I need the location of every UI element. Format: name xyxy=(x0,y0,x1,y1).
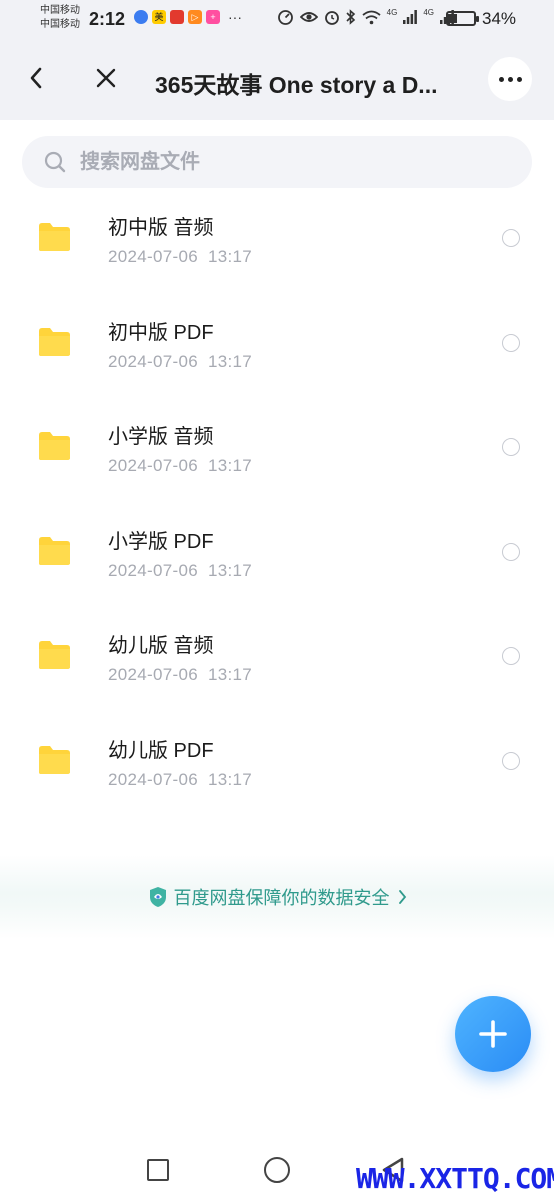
file-date: 2024-07-06 13:17 xyxy=(108,247,253,266)
file-list: 初中版 音频 2024-07-06 13:17 初中版 PDF 2024-07-06 … xyxy=(0,186,554,814)
folder-icon xyxy=(39,641,70,670)
folder-icon xyxy=(39,536,70,565)
alarm-icon xyxy=(324,11,339,25)
select-checkbox[interactable] xyxy=(502,333,520,352)
chevron-right-icon xyxy=(398,890,406,904)
close-button[interactable] xyxy=(88,60,124,96)
folder-icon xyxy=(39,223,70,251)
system-icons: 4G 4G xyxy=(277,9,454,25)
back-button[interactable] xyxy=(18,60,54,96)
more-dot xyxy=(507,76,513,82)
file-row[interactable]: 幼儿版 音频 2024-07-06 13:17 xyxy=(0,604,554,709)
folder-icon xyxy=(39,327,70,356)
select-checkbox[interactable] xyxy=(502,438,520,457)
file-row[interactable]: 小学版 音频 2024-07-06 13:17 xyxy=(0,395,554,500)
file-date: 2024-07-06 13:17 xyxy=(108,769,253,789)
meituan-notification-icon: 美 xyxy=(152,10,166,24)
file-row[interactable]: 初中版 PDF 2024-07-06 13:17 xyxy=(0,291,554,396)
file-name: 幼儿版 PDF xyxy=(108,739,214,762)
file-name: 初中版 PDF xyxy=(108,321,214,344)
signal-icon xyxy=(403,10,418,24)
select-checkbox[interactable] xyxy=(502,751,520,770)
battery-icon xyxy=(446,11,479,26)
file-name: 幼儿版 音频 xyxy=(108,635,214,658)
chevron-left-icon xyxy=(30,67,42,89)
file-row[interactable]: 小学版 PDF 2024-07-06 13:17 xyxy=(0,500,554,605)
battery-percent: 34% xyxy=(482,9,517,28)
select-checkbox[interactable] xyxy=(502,542,520,561)
more-horizontal-icon xyxy=(498,76,504,82)
search-input[interactable] xyxy=(80,136,500,188)
file-name: 小学版 PDF xyxy=(108,530,214,553)
page-title: 365天故事 One story a D... xyxy=(155,72,438,98)
plus-notification-icon: + xyxy=(206,10,220,24)
recent-apps-button[interactable] xyxy=(147,1159,169,1181)
battery-level xyxy=(449,14,457,23)
add-button[interactable] xyxy=(455,996,531,1072)
more-button[interactable] xyxy=(488,57,532,101)
carrier-line-1: 中国移动 xyxy=(40,5,80,16)
close-icon xyxy=(96,68,116,88)
search-bar[interactable] xyxy=(22,136,532,188)
file-row[interactable]: 初中版 音频 2024-07-06 13:17 xyxy=(0,186,554,291)
network-type-1: 4G xyxy=(386,8,398,17)
security-banner-text: 百度网盘保障你的数据安全 xyxy=(173,888,390,908)
header-bar: 365天故事 One story a D... xyxy=(0,38,554,120)
plus-icon xyxy=(479,1020,507,1048)
file-date: 2024-07-06 13:17 xyxy=(108,351,253,371)
speed-icon xyxy=(277,10,293,25)
security-shield-icon xyxy=(149,887,166,907)
carrier-line-2: 中国移动 xyxy=(40,19,80,30)
carrier-info: 中国移动 中国移动 xyxy=(40,4,80,32)
file-name: 小学版 音频 xyxy=(108,426,214,449)
status-time: 2:12 xyxy=(89,9,126,29)
select-checkbox[interactable] xyxy=(502,647,520,666)
eye-icon xyxy=(299,12,318,22)
file-name: 初中版 音频 xyxy=(108,217,214,239)
file-date: 2024-07-06 13:17 xyxy=(108,456,253,476)
notification-icons: 美 ▷ + ··· xyxy=(134,10,242,24)
shield-notification-icon xyxy=(134,10,148,24)
folder-icon xyxy=(39,745,70,774)
file-row[interactable]: 幼儿版 PDF 2024-07-06 13:17 xyxy=(0,709,554,814)
app-notification-icon xyxy=(170,10,184,24)
select-checkbox[interactable] xyxy=(502,229,520,247)
play-notification-icon: ▷ xyxy=(188,10,202,24)
more-dot xyxy=(516,76,522,82)
search-icon xyxy=(44,151,66,173)
status-bar: 中国移动 中国移动 2:12 美 ▷ + ··· 4G 4G 34% xyxy=(0,0,554,38)
bluetooth-icon xyxy=(346,9,355,25)
network-type-2: 4G xyxy=(423,8,434,17)
more-notifications-icon: ··· xyxy=(228,9,242,25)
security-banner[interactable]: 百度网盘保障你的数据安全 xyxy=(0,855,554,939)
wifi-icon xyxy=(362,10,381,24)
folder-icon xyxy=(39,432,70,461)
watermark: WWW.XXTTQ.COM xyxy=(356,1162,554,1195)
home-button[interactable] xyxy=(264,1157,290,1183)
file-date: 2024-07-06 13:17 xyxy=(108,560,253,580)
file-date: 2024-07-06 13:17 xyxy=(108,665,253,685)
